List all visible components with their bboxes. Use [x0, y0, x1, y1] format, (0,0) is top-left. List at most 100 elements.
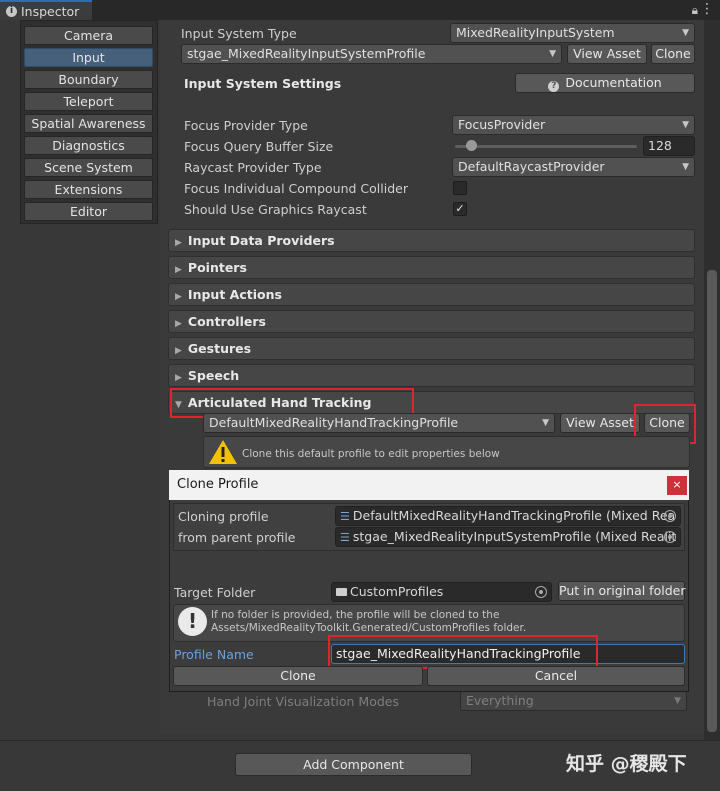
- focus-provider-type-label: Focus Provider Type: [184, 118, 308, 133]
- input-system-settings-title: Input System Settings: [184, 76, 342, 91]
- chevron-down-icon: ▼: [682, 162, 689, 172]
- warning-text: Clone this default profile to edit prope…: [242, 448, 500, 460]
- focus-query-buffer-field[interactable]: 128: [643, 136, 695, 156]
- target-folder-value: CustomProfiles: [350, 584, 444, 599]
- sidebar-item-editor[interactable]: Editor: [24, 202, 153, 221]
- sidebar-item-extensions[interactable]: Extensions: [24, 180, 153, 199]
- focus-query-buffer-slider-thumb[interactable]: [465, 140, 477, 151]
- cloning-profile-value: DefaultMixedRealityHandTrackingProfile (…: [352, 508, 676, 523]
- focus-individual-collider-checkbox[interactable]: [453, 181, 467, 195]
- sidebar-item-scene-system[interactable]: Scene System: [24, 158, 153, 177]
- scrollbar-thumb[interactable]: [707, 270, 717, 732]
- lock-icon[interactable]: 🔒︎: [692, 3, 698, 18]
- view-asset-button[interactable]: View Asset: [567, 44, 647, 64]
- sidebar-item-boundary[interactable]: Boundary: [24, 70, 153, 89]
- foldout-label: Speech: [187, 368, 240, 383]
- help-icon: ?: [548, 81, 560, 92]
- inspector-tab-label: Inspector: [21, 3, 80, 19]
- input-system-profile-dropdown[interactable]: stgae_MixedRealityInputSystemProfile ▼: [181, 44, 562, 64]
- dialog-cancel-button[interactable]: Cancel: [427, 666, 685, 686]
- chevron-down-icon: ▼: [542, 418, 549, 428]
- raycast-provider-type-label: Raycast Provider Type: [184, 160, 322, 175]
- chevron-down-icon: ▼: [682, 28, 689, 38]
- watermark-text: 知乎 @稷殿下: [566, 753, 687, 775]
- foldout-gestures[interactable]: ▶ Gestures: [168, 337, 695, 360]
- info-icon: i: [6, 5, 17, 17]
- foldout-label: Gestures: [187, 341, 252, 356]
- chevron-down-icon: ▼: [674, 696, 681, 706]
- documentation-label: Documentation: [565, 75, 662, 90]
- info-line-2: Assets/MixedRealityToolkit.Generated/Cus…: [211, 622, 527, 634]
- info-line-1: If no folder is provided, the profile wi…: [211, 609, 500, 621]
- foldout-label: Controllers: [187, 314, 266, 329]
- sidebar-item-spatial-awareness[interactable]: Spatial Awareness: [24, 114, 153, 133]
- folder-icon: [336, 588, 347, 596]
- target-folder-field[interactable]: CustomProfiles: [331, 582, 552, 602]
- focus-provider-type-value: FocusProvider: [458, 117, 546, 132]
- chevron-down-icon: ▼: [549, 49, 556, 59]
- target-folder-label: Target Folder: [174, 585, 256, 600]
- foldout-speech[interactable]: ▶ Speech: [168, 364, 695, 387]
- chevron-down-icon: ▼: [682, 120, 689, 130]
- chevron-right-icon: ▶: [175, 373, 182, 383]
- hand-tracking-profile-dropdown[interactable]: DefaultMixedRealityHandTrackingProfile ▼: [203, 413, 555, 433]
- chevron-right-icon: ▶: [175, 346, 182, 356]
- foldout-pointers[interactable]: ▶ Pointers: [168, 256, 695, 279]
- add-component-button[interactable]: Add Component: [235, 753, 472, 776]
- hand-joint-vis-dropdown[interactable]: Everything ▼: [460, 691, 687, 711]
- object-picker-icon[interactable]: [535, 586, 547, 598]
- hand-tracking-profile-value: DefaultMixedRealityHandTrackingProfile: [209, 415, 459, 430]
- scriptable-object-icon: ☰: [340, 531, 350, 544]
- chevron-right-icon: ▶: [175, 238, 182, 248]
- kebab-icon[interactable]: ⋮: [700, 1, 714, 17]
- sidebar-item-input[interactable]: Input: [24, 48, 153, 67]
- sidebar-item-teleport[interactable]: Teleport: [24, 92, 153, 111]
- parent-profile-field[interactable]: ☰ stgae_MixedRealityInputSystemProfile (M…: [335, 527, 681, 547]
- inspector-tab[interactable]: i Inspector: [0, 0, 92, 20]
- foldout-label: Pointers: [187, 260, 247, 275]
- sidebar-item-diagnostics[interactable]: Diagnostics: [24, 136, 153, 155]
- parent-profile-label: from parent profile: [178, 530, 296, 545]
- hand-tracking-view-asset-button[interactable]: View Asset: [560, 413, 640, 433]
- raycast-provider-type-dropdown[interactable]: DefaultRaycastProvider ▼: [452, 157, 695, 177]
- chevron-right-icon: ▶: [175, 292, 182, 302]
- foldout-input-actions[interactable]: ▶ Input Actions: [168, 283, 695, 306]
- hand-joint-vis-label: Hand Joint Visualization Modes: [207, 694, 399, 709]
- focus-query-buffer-label: Focus Query Buffer Size: [184, 139, 334, 154]
- foldout-label: Input Data Providers: [187, 233, 335, 248]
- highlight-box-profile-name: [328, 635, 598, 669]
- foldout-label: Input Actions: [187, 287, 282, 302]
- foldout-input-data-providers[interactable]: ▶ Input Data Providers: [168, 229, 695, 252]
- chevron-right-icon: ▶: [175, 265, 182, 275]
- object-picker-icon[interactable]: [664, 510, 676, 522]
- input-system-profile-value: stgae_MixedRealityInputSystemProfile: [187, 46, 426, 61]
- put-in-original-folder-button[interactable]: Put in original folder: [558, 581, 685, 601]
- warning-icon: [208, 438, 238, 469]
- input-system-type-dropdown[interactable]: MixedRealityInputSystem ▼: [450, 23, 695, 43]
- object-picker-icon[interactable]: [664, 531, 676, 543]
- hand-joint-vis-value: Everything: [466, 693, 534, 708]
- dialog-clone-button[interactable]: Clone: [173, 666, 423, 686]
- focus-query-buffer-slider-track[interactable]: [455, 145, 637, 148]
- clone-button[interactable]: Clone: [651, 44, 695, 64]
- dialog-close-button[interactable]: ×: [667, 476, 687, 495]
- dialog-title: Clone Profile: [177, 477, 259, 492]
- foldout-controllers[interactable]: ▶ Controllers: [168, 310, 695, 333]
- focus-individual-collider-label: Focus Individual Compound Collider: [184, 181, 408, 196]
- graphics-raycast-label: Should Use Graphics Raycast: [184, 202, 367, 217]
- cloning-profile-label: Cloning profile: [178, 509, 269, 524]
- raycast-provider-type-value: DefaultRaycastProvider: [458, 159, 605, 174]
- sidebar-item-camera[interactable]: Camera: [24, 26, 153, 45]
- documentation-button[interactable]: ? Documentation: [515, 73, 695, 93]
- profile-name-label: Profile Name: [174, 647, 254, 662]
- exclamation-icon: !: [178, 607, 207, 636]
- chevron-right-icon: ▶: [175, 319, 182, 329]
- parent-profile-value: stgae_MixedRealityInputSystemProfile (Mi…: [352, 529, 677, 544]
- scriptable-object-icon: ☰: [340, 510, 350, 523]
- input-system-type-label: Input System Type: [181, 26, 297, 41]
- cloning-profile-field[interactable]: ☰ DefaultMixedRealityHandTrackingProfile …: [335, 506, 681, 526]
- graphics-raycast-checkbox[interactable]: ✓: [453, 202, 467, 216]
- input-system-type-value: MixedRealityInputSystem: [456, 25, 615, 40]
- focus-provider-type-dropdown[interactable]: FocusProvider ▼: [452, 115, 695, 135]
- editor-tab-bar: [0, 0, 720, 20]
